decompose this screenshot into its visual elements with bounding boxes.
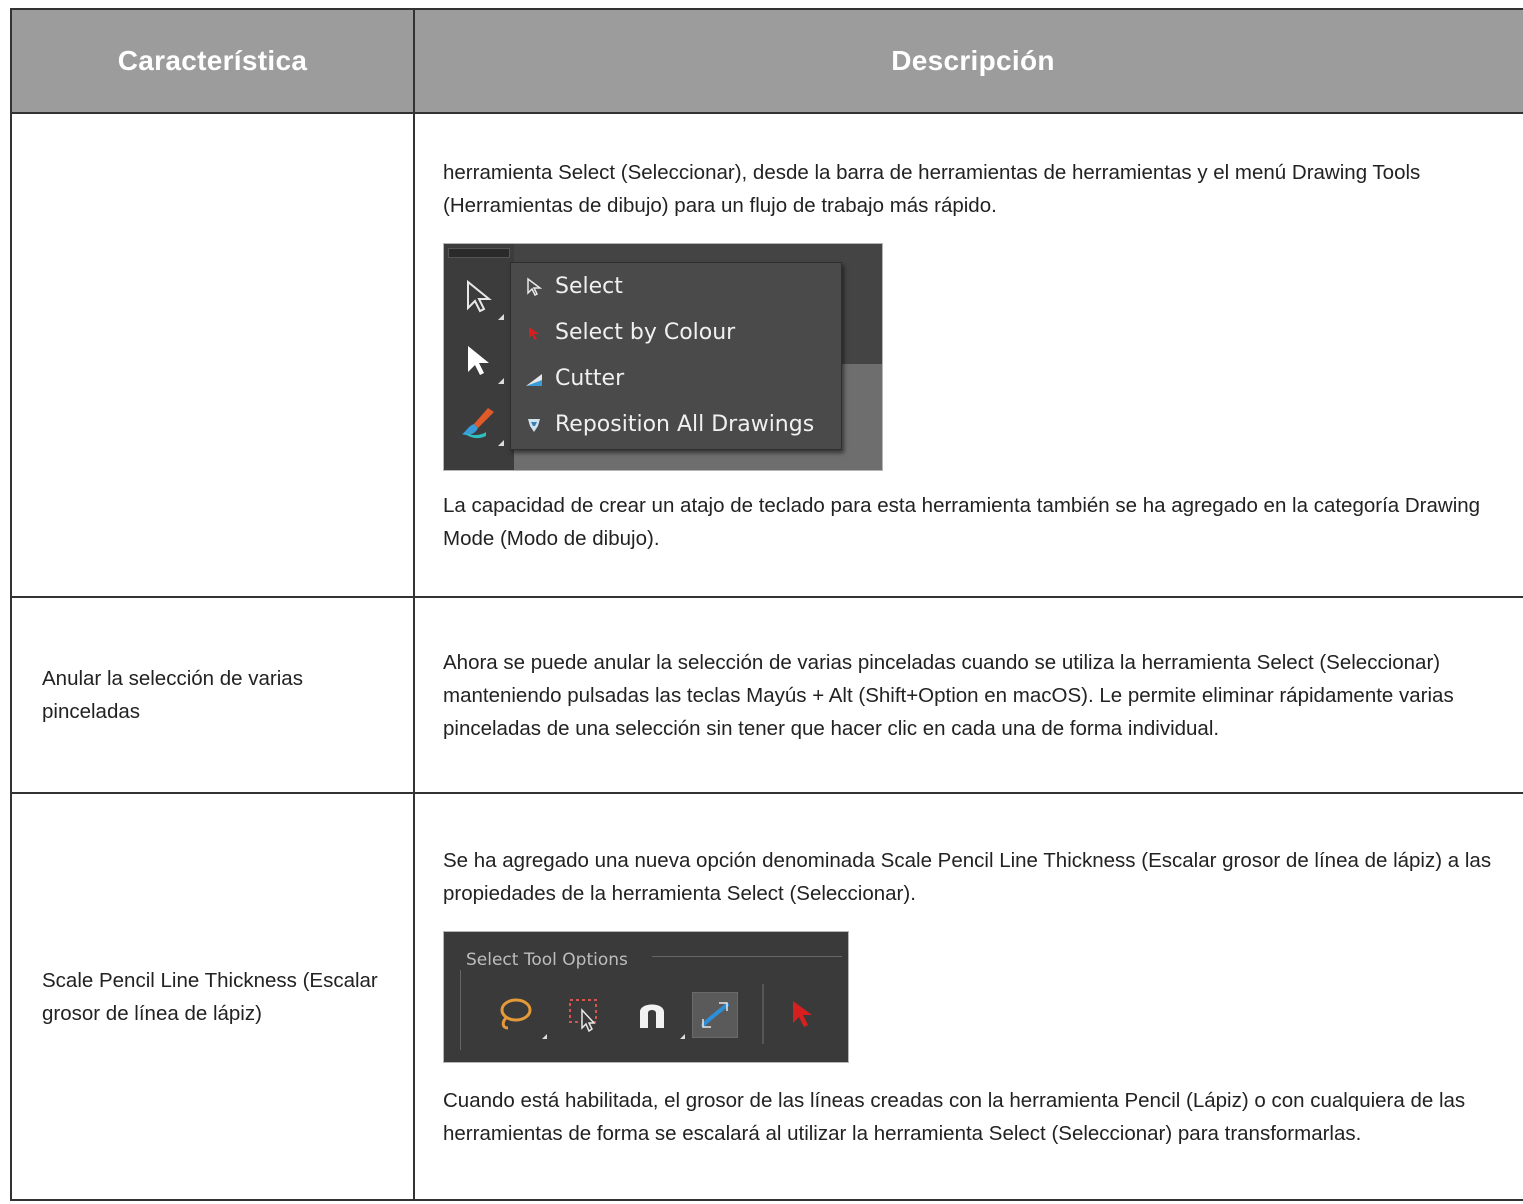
brush-tool-icon (458, 402, 504, 446)
table-header-row: Característica Descripción (10, 8, 1523, 114)
feature-table: Característica Descripción herramienta S… (10, 8, 1523, 1201)
description-text: herramienta Select (Seleccionar), desde … (443, 160, 1421, 217)
tool-menu-screenshot: Select Select by Colour Cutter Repositio… (443, 242, 883, 471)
description-cell: Se ha agregado una nueva opción denomina… (413, 792, 1523, 1201)
scale-line-thickness-icon[interactable] (692, 991, 738, 1038)
description-text: Cuando está habilitada, el grosor de las… (443, 1088, 1466, 1145)
table-row: Anular la selección de varias pinceladas… (10, 596, 1523, 794)
table-row: Scale Pencil Line Thickness (Escalar gro… (10, 792, 1523, 1201)
select-by-colour-icon[interactable] (780, 992, 824, 1036)
menu-item-reposition-all-drawings[interactable]: Reposition All Drawings (523, 408, 814, 442)
description-text: La capacidad de crear un atajo de teclad… (443, 493, 1481, 550)
contour-editor-icon (458, 340, 504, 384)
feature-cell: Anular la selección de varias pinceladas (10, 596, 415, 794)
cutter-icon (523, 368, 545, 390)
menu-item-cutter[interactable]: Cutter (523, 362, 624, 396)
tool-options-title: Select Tool Options (466, 949, 628, 970)
table-row: herramienta Select (Seleccionar), desde … (10, 112, 1523, 598)
snap-magnet-icon[interactable] (630, 992, 674, 1036)
header-description: Descripción (413, 8, 1523, 114)
description-text: Se ha agregado una nueva opción denomina… (443, 848, 1492, 905)
lasso-icon[interactable] (492, 992, 536, 1036)
menu-item-select-by-colour[interactable]: Select by Colour (523, 316, 735, 350)
feature-cell (10, 112, 415, 598)
reposition-icon (523, 414, 545, 436)
menu-item-select[interactable]: Select (523, 270, 623, 304)
arrow-outline-icon (523, 276, 545, 298)
description-cell: herramienta Select (Seleccionar), desde … (413, 112, 1523, 598)
description-cell: Ahora se puede anular la selección de va… (413, 596, 1523, 794)
red-arrow-icon (523, 322, 545, 344)
tool-flyout-menu: Select Select by Colour Cutter Repositio… (510, 261, 842, 450)
feature-cell: Scale Pencil Line Thickness (Escalar gro… (10, 792, 415, 1201)
select-tool-icon (458, 276, 504, 320)
select-tool-options-screenshot: Select Tool Options (443, 930, 849, 1063)
toolbar-strip (444, 243, 514, 470)
marquee-select-icon[interactable] (562, 992, 606, 1036)
header-feature: Característica (10, 8, 415, 114)
description-text: Ahora se puede anular la selección de va… (443, 650, 1454, 740)
